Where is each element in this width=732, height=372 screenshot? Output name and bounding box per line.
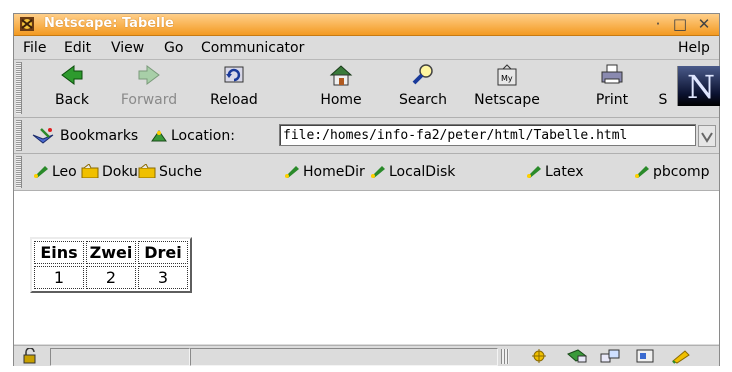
bookmark-suche-label: Suche bbox=[159, 164, 202, 180]
discussion-icon[interactable] bbox=[599, 348, 621, 364]
personal-grip[interactable] bbox=[16, 156, 22, 188]
folder-icon bbox=[81, 163, 99, 179]
status-bar bbox=[14, 345, 719, 366]
location-dropdown-button[interactable] bbox=[698, 125, 716, 147]
bookmark-doku[interactable]: Doku bbox=[81, 163, 138, 180]
bookmark-suche[interactable]: Suche bbox=[138, 163, 202, 180]
toolbar-grip[interactable] bbox=[16, 62, 22, 114]
table-cell: 1 bbox=[34, 266, 84, 289]
back-button[interactable]: Back bbox=[49, 62, 95, 108]
print-label: Print bbox=[595, 92, 629, 108]
bookmark-link-icon bbox=[34, 166, 48, 178]
forward-button[interactable]: Forward bbox=[116, 62, 182, 108]
mail-icon[interactable] bbox=[566, 348, 588, 364]
security-button[interactable]: S bbox=[654, 62, 672, 108]
security-lock-icon[interactable] bbox=[21, 348, 39, 364]
home-label: Home bbox=[320, 92, 362, 108]
progress-field bbox=[50, 348, 190, 366]
navigation-toolbar: Back Forward Reload Home Search My Netsc… bbox=[14, 60, 720, 118]
folder-icon bbox=[138, 163, 156, 179]
table-header-cell: Drei bbox=[138, 241, 188, 264]
navigator-icon[interactable] bbox=[529, 348, 549, 364]
bookmark-link-icon bbox=[371, 166, 385, 178]
netscape-logo[interactable]: N bbox=[677, 66, 720, 106]
bookmark-leo[interactable]: Leo bbox=[33, 164, 77, 180]
bookmark-leo-label: Leo bbox=[52, 164, 77, 180]
bookmark-latex-label: Latex bbox=[545, 164, 584, 180]
maximize-button[interactable]: □ bbox=[670, 15, 690, 33]
location-label: Location: bbox=[171, 128, 235, 144]
back-arrow-icon bbox=[61, 65, 83, 85]
reload-button[interactable]: Reload bbox=[204, 62, 264, 108]
bookmark-link-icon bbox=[527, 166, 541, 178]
location-input[interactable]: file:/homes/info-fa2/peter/html/Tabelle.… bbox=[279, 124, 696, 146]
netscape-logo-letter: N bbox=[687, 68, 715, 106]
menu-help[interactable]: Help bbox=[678, 40, 710, 56]
security-label: S bbox=[658, 92, 668, 108]
status-message-field bbox=[190, 348, 498, 366]
chevron-down-icon bbox=[701, 132, 713, 143]
menu-edit[interactable]: Edit bbox=[64, 40, 91, 56]
menu-file[interactable]: File bbox=[23, 40, 46, 56]
minimize-button[interactable]: · bbox=[648, 15, 668, 33]
bookmark-pbcomp-label: pbcomp bbox=[653, 164, 710, 180]
bookmark-pbcomp[interactable]: pbcomp bbox=[634, 164, 710, 180]
print-button[interactable]: Print bbox=[592, 62, 632, 108]
reload-label: Reload bbox=[210, 92, 258, 108]
search-label: Search bbox=[398, 92, 448, 108]
menu-go[interactable]: Go bbox=[164, 40, 183, 56]
home-button[interactable]: Home bbox=[317, 62, 365, 108]
table-cell: 2 bbox=[86, 266, 136, 289]
table-header-cell: Zwei bbox=[86, 241, 136, 264]
browser-window: Netscape: Tabelle · □ ✕ File Edit View G… bbox=[13, 13, 720, 366]
data-table: Eins Zwei Drei 1 2 3 bbox=[30, 237, 192, 293]
window-title: Netscape: Tabelle bbox=[44, 16, 174, 31]
table-header-cell: Eins bbox=[34, 241, 84, 264]
edit-pencil-icon[interactable] bbox=[670, 348, 692, 364]
table-row: 1 2 3 bbox=[34, 266, 188, 289]
bookmarks-icon bbox=[32, 128, 54, 144]
personal-toolbar: Leo Doku Suche HomeDir LocalDisk Latex p… bbox=[14, 154, 719, 191]
title-bar[interactable]: Netscape: Tabelle · □ ✕ bbox=[14, 14, 719, 36]
table-header-row: Eins Zwei Drei bbox=[34, 241, 188, 264]
menu-communicator[interactable]: Communicator bbox=[201, 40, 304, 56]
bookmarks-button[interactable]: Bookmarks bbox=[60, 128, 138, 144]
menu-view[interactable]: View bbox=[111, 40, 144, 56]
component-bar-grip[interactable] bbox=[501, 349, 509, 364]
home-icon bbox=[329, 65, 353, 86]
bookmark-localdisk[interactable]: LocalDisk bbox=[370, 164, 455, 180]
search-icon bbox=[412, 64, 433, 85]
app-icon bbox=[20, 17, 34, 31]
back-label: Back bbox=[55, 92, 89, 108]
search-button[interactable]: Search bbox=[394, 62, 452, 108]
close-button[interactable]: ✕ bbox=[694, 15, 714, 33]
bookmark-latex[interactable]: Latex bbox=[526, 164, 584, 180]
menu-bar: File Edit View Go Communicator Help bbox=[14, 36, 719, 60]
bookmark-homedir-label: HomeDir bbox=[303, 164, 365, 180]
reload-icon bbox=[224, 66, 244, 83]
page-content: Eins Zwei Drei 1 2 3 bbox=[14, 191, 719, 344]
forward-arrow-icon bbox=[138, 65, 160, 85]
svg-text:My: My bbox=[501, 74, 513, 83]
location-icon bbox=[151, 130, 167, 142]
forward-label: Forward bbox=[120, 92, 178, 108]
location-toolbar: Bookmarks Location: file:/homes/info-fa2… bbox=[14, 118, 719, 154]
location-grip[interactable] bbox=[16, 120, 22, 151]
netscape-button[interactable]: My Netscape bbox=[469, 62, 545, 108]
bookmark-localdisk-label: LocalDisk bbox=[389, 164, 456, 180]
composer-icon[interactable] bbox=[634, 348, 656, 364]
bookmark-homedir[interactable]: HomeDir bbox=[284, 164, 365, 180]
bookmark-link-icon bbox=[285, 166, 299, 178]
bookmark-link-icon bbox=[635, 166, 649, 178]
print-icon bbox=[601, 64, 623, 84]
netscape-label: Netscape bbox=[474, 92, 540, 108]
security-icon bbox=[654, 62, 672, 88]
bookmark-doku-label: Doku bbox=[102, 164, 138, 180]
table-cell: 3 bbox=[138, 266, 188, 289]
netscape-icon: My bbox=[497, 64, 517, 86]
